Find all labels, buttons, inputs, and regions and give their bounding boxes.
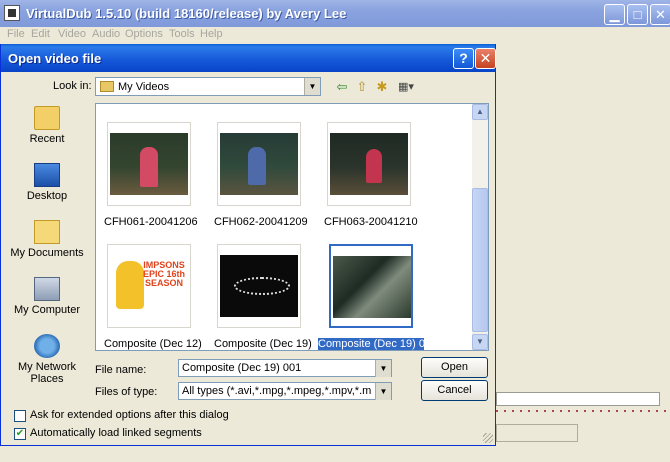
place-label: Desktop xyxy=(26,190,68,202)
menu-edit[interactable]: Edit xyxy=(31,28,50,40)
chevron-down-icon[interactable]: ▼ xyxy=(375,383,391,400)
folder-icon xyxy=(100,81,114,92)
file-name-value: Composite (Dec 19) 001 xyxy=(182,362,302,374)
file-name-label: CFH061-20041206 xyxy=(104,216,198,228)
help-button[interactable]: ? xyxy=(453,48,474,69)
thumbnail-frame xyxy=(107,122,191,206)
place-label: My Documents xyxy=(10,247,84,259)
menu-audio[interactable]: Audio xyxy=(92,28,120,40)
look-in-dropdown[interactable]: My Videos ▼ xyxy=(95,77,321,96)
thumbnail-frame xyxy=(327,122,411,206)
file-type-label: Files of type: xyxy=(95,386,158,398)
file-name-label: File name: xyxy=(95,364,147,376)
timeline-ticks xyxy=(496,410,666,412)
file-name-label: Composite (Dec 19) xyxy=(214,338,312,350)
linked-segments-checkbox[interactable]: ✔ xyxy=(14,428,26,440)
file-type-value: All types (*.avi,*.mpg,*.mpeg,*.mpv,*.m1… xyxy=(182,385,372,397)
place-my-network-places[interactable]: My Network Places xyxy=(7,334,87,385)
thumbnail-frame xyxy=(217,122,301,206)
file-item[interactable]: CFH061-20041206 xyxy=(104,122,198,228)
video-thumbnail xyxy=(220,255,298,317)
video-thumbnail xyxy=(333,256,411,318)
file-name-input[interactable]: Composite (Dec 19) 001 ▼ xyxy=(178,359,392,377)
position-track[interactable] xyxy=(496,392,660,406)
file-item[interactable]: IMPSONS EPIC 16th SEASON Composite (Dec … xyxy=(104,244,202,350)
video-thumbnail xyxy=(110,133,188,195)
recent-folder-icon xyxy=(34,106,60,130)
file-list-view[interactable]: CFH061-20041206 CFH062-20041209 CFH063-2… xyxy=(95,103,489,351)
scroll-down-icon[interactable]: ▼ xyxy=(472,334,488,350)
file-type-select[interactable]: All types (*.avi,*.mpg,*.mpeg,*.mpv,*.m1… xyxy=(178,382,392,400)
extended-options-checkbox[interactable] xyxy=(14,410,26,422)
cancel-button[interactable]: Cancel xyxy=(421,380,488,401)
desktop-icon xyxy=(34,163,60,187)
video-thumbnail xyxy=(330,133,408,195)
file-name-label: CFH062-20041209 xyxy=(214,216,308,228)
place-label: My Computer xyxy=(13,304,81,316)
thumbnail-caption: IMPSONS EPIC 16th SEASON xyxy=(142,260,185,288)
file-item-selected[interactable]: Composite (Dec 19) 001 xyxy=(318,244,438,350)
checkbox-label: Ask for extended options after this dial… xyxy=(30,409,229,421)
place-my-computer[interactable]: My Computer xyxy=(7,277,87,316)
file-name-label: CFH063-20041210 xyxy=(324,216,418,228)
minimize-button[interactable]: ▁ xyxy=(604,4,625,25)
back-icon[interactable]: ⇦ xyxy=(334,79,350,95)
chevron-down-icon[interactable]: ▼ xyxy=(375,360,391,377)
place-desktop[interactable]: Desktop xyxy=(7,163,87,202)
menu-video[interactable]: Video xyxy=(58,28,86,40)
app-titlebar[interactable]: VirtualDub 1.5.10 (build 18160/release) … xyxy=(0,0,670,27)
look-in-value: My Videos xyxy=(118,81,170,93)
menu-options[interactable]: Options xyxy=(125,28,163,40)
new-folder-icon[interactable]: ✱ xyxy=(374,79,390,95)
file-item[interactable]: CFH062-20041209 xyxy=(214,122,308,228)
place-my-documents[interactable]: My Documents xyxy=(7,220,87,259)
menu-help[interactable]: Help xyxy=(200,28,223,40)
dialog-close-button[interactable]: ✕ xyxy=(475,48,496,69)
video-thumbnail xyxy=(220,133,298,195)
documents-folder-icon xyxy=(34,220,60,244)
app-window: VirtualDub 1.5.10 (build 18160/release) … xyxy=(0,0,670,462)
file-name-label: Composite (Dec 19) 001 xyxy=(318,338,438,350)
thumbnail-frame xyxy=(329,244,413,328)
place-label: Recent xyxy=(29,133,65,145)
app-close-button[interactable]: ✕ xyxy=(650,4,670,25)
app-menubar: File Edit Video Audio Options Tools Help xyxy=(0,27,670,41)
network-globe-icon xyxy=(34,334,60,358)
dialog-title: Open video file xyxy=(8,51,102,66)
place-label: My Network Places xyxy=(17,361,77,385)
maximize-button[interactable]: □ xyxy=(627,4,648,25)
open-button[interactable]: Open xyxy=(421,357,488,378)
dialog-titlebar[interactable]: Open video file ? ✕ xyxy=(1,44,496,72)
checkbox-label: Automatically load linked segments xyxy=(30,427,202,439)
app-title: VirtualDub 1.5.10 (build 18160/release) … xyxy=(26,6,347,21)
place-recent[interactable]: Recent xyxy=(7,106,87,145)
menu-tools[interactable]: Tools xyxy=(169,28,195,40)
menu-file[interactable]: File xyxy=(7,28,25,40)
vertical-scrollbar[interactable]: ▲ ▼ xyxy=(472,104,488,350)
scrollbar-thumb[interactable] xyxy=(472,188,488,332)
view-menu-icon[interactable]: ▦▾ xyxy=(395,79,417,95)
file-name-label: Composite (Dec 12) xyxy=(104,338,202,350)
video-thumbnail: IMPSONS EPIC 16th SEASON xyxy=(110,255,188,317)
resize-grip[interactable] xyxy=(483,433,493,443)
file-item[interactable]: Composite (Dec 19) xyxy=(214,244,312,350)
virtualdub-app-icon[interactable] xyxy=(4,5,20,21)
open-video-dialog: Open video file ? ✕ Look in: My Videos ▼… xyxy=(0,44,496,446)
up-folder-icon[interactable]: ⇧ xyxy=(354,79,370,95)
scroll-up-icon[interactable]: ▲ xyxy=(472,104,488,120)
thumbnail-frame xyxy=(217,244,301,328)
thumbnail-frame: IMPSONS EPIC 16th SEASON xyxy=(107,244,191,328)
look-in-label: Look in: xyxy=(53,80,92,92)
computer-icon xyxy=(34,277,60,301)
chevron-down-icon[interactable]: ▼ xyxy=(304,78,320,95)
status-field xyxy=(496,424,578,442)
file-item[interactable]: CFH063-20041210 xyxy=(324,122,418,228)
